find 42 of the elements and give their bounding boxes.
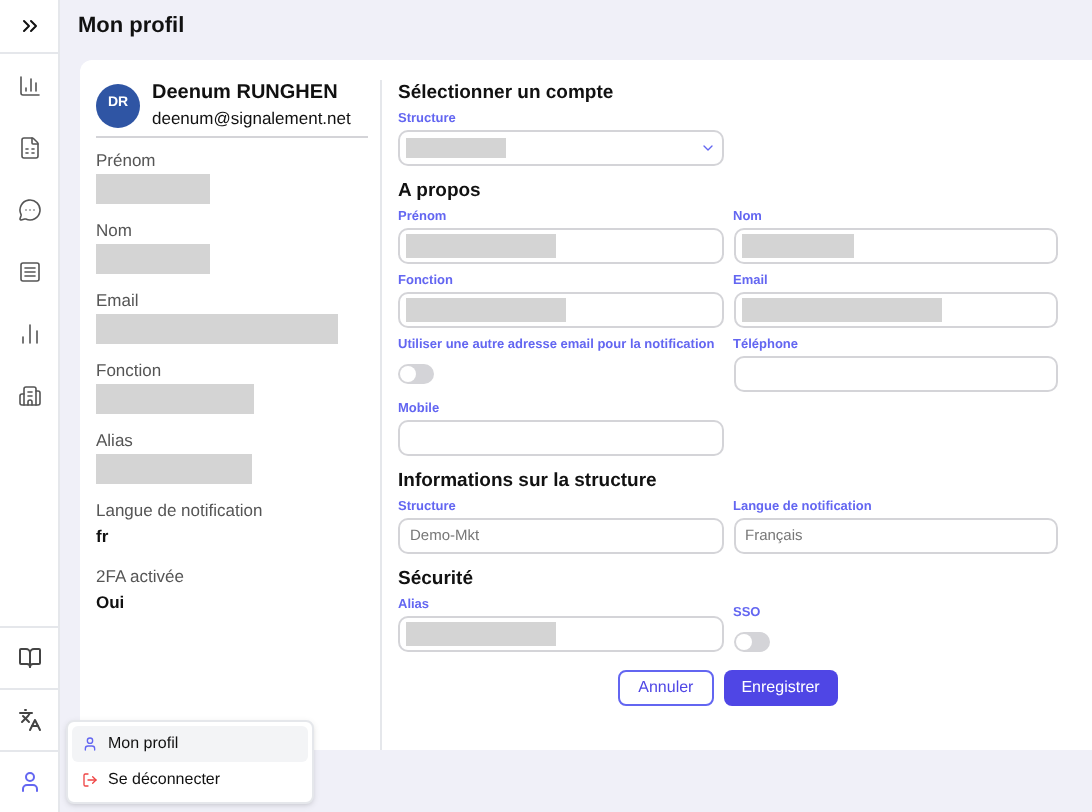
field-label: Prénom — [96, 150, 158, 172]
field-label: Email — [96, 290, 141, 312]
toggle-switch[interactable] — [733, 632, 769, 652]
chat-icon[interactable] — [17, 198, 41, 222]
save-button[interactable]: Enregistrer — [723, 670, 838, 706]
field-label: 2FA activée — [96, 566, 186, 588]
language-icon[interactable] — [17, 708, 41, 732]
user-icon[interactable] — [17, 770, 41, 794]
field-value: fr — [96, 524, 111, 550]
cancel-button[interactable]: Annuler — [618, 670, 714, 706]
input-field[interactable] — [398, 420, 723, 456]
field-label: Fonction — [96, 360, 164, 382]
menu-item[interactable]: Se déconnecter — [72, 762, 308, 798]
input-field[interactable] — [733, 228, 1058, 264]
section-heading: Sécurité — [398, 566, 475, 592]
section-heading: A propos — [398, 178, 483, 204]
field-label: Langue de notification — [96, 500, 265, 522]
section-heading: Sélectionner un compte — [398, 80, 616, 106]
logout-icon — [82, 772, 98, 788]
chart-icon[interactable] — [17, 74, 41, 98]
field-label: Alias — [96, 430, 135, 452]
book-icon[interactable] — [17, 646, 41, 670]
field-value: Oui — [96, 590, 127, 616]
expand-icon[interactable] — [17, 14, 41, 38]
field-label: Nom — [96, 220, 134, 242]
chevron-down-icon — [699, 140, 715, 156]
list-icon[interactable] — [17, 260, 41, 284]
building-icon[interactable] — [17, 384, 41, 408]
input-field[interactable] — [398, 616, 723, 652]
user-icon — [82, 736, 98, 752]
toggle-switch[interactable] — [398, 364, 434, 384]
user-name: Deenum RUNGHEN — [152, 80, 340, 106]
document-icon[interactable] — [17, 136, 41, 160]
bar-chart-icon[interactable] — [17, 322, 41, 346]
user-email: deenum@signalement.net — [152, 106, 351, 130]
section-heading: Informations sur la structure — [398, 468, 659, 494]
input-field[interactable] — [398, 292, 723, 328]
page-title: Mon profil — [78, 12, 185, 43]
input-field[interactable] — [398, 228, 723, 264]
menu-item[interactable]: Mon profil — [72, 726, 308, 762]
input-field[interactable] — [733, 292, 1058, 328]
input-field[interactable] — [733, 356, 1058, 392]
